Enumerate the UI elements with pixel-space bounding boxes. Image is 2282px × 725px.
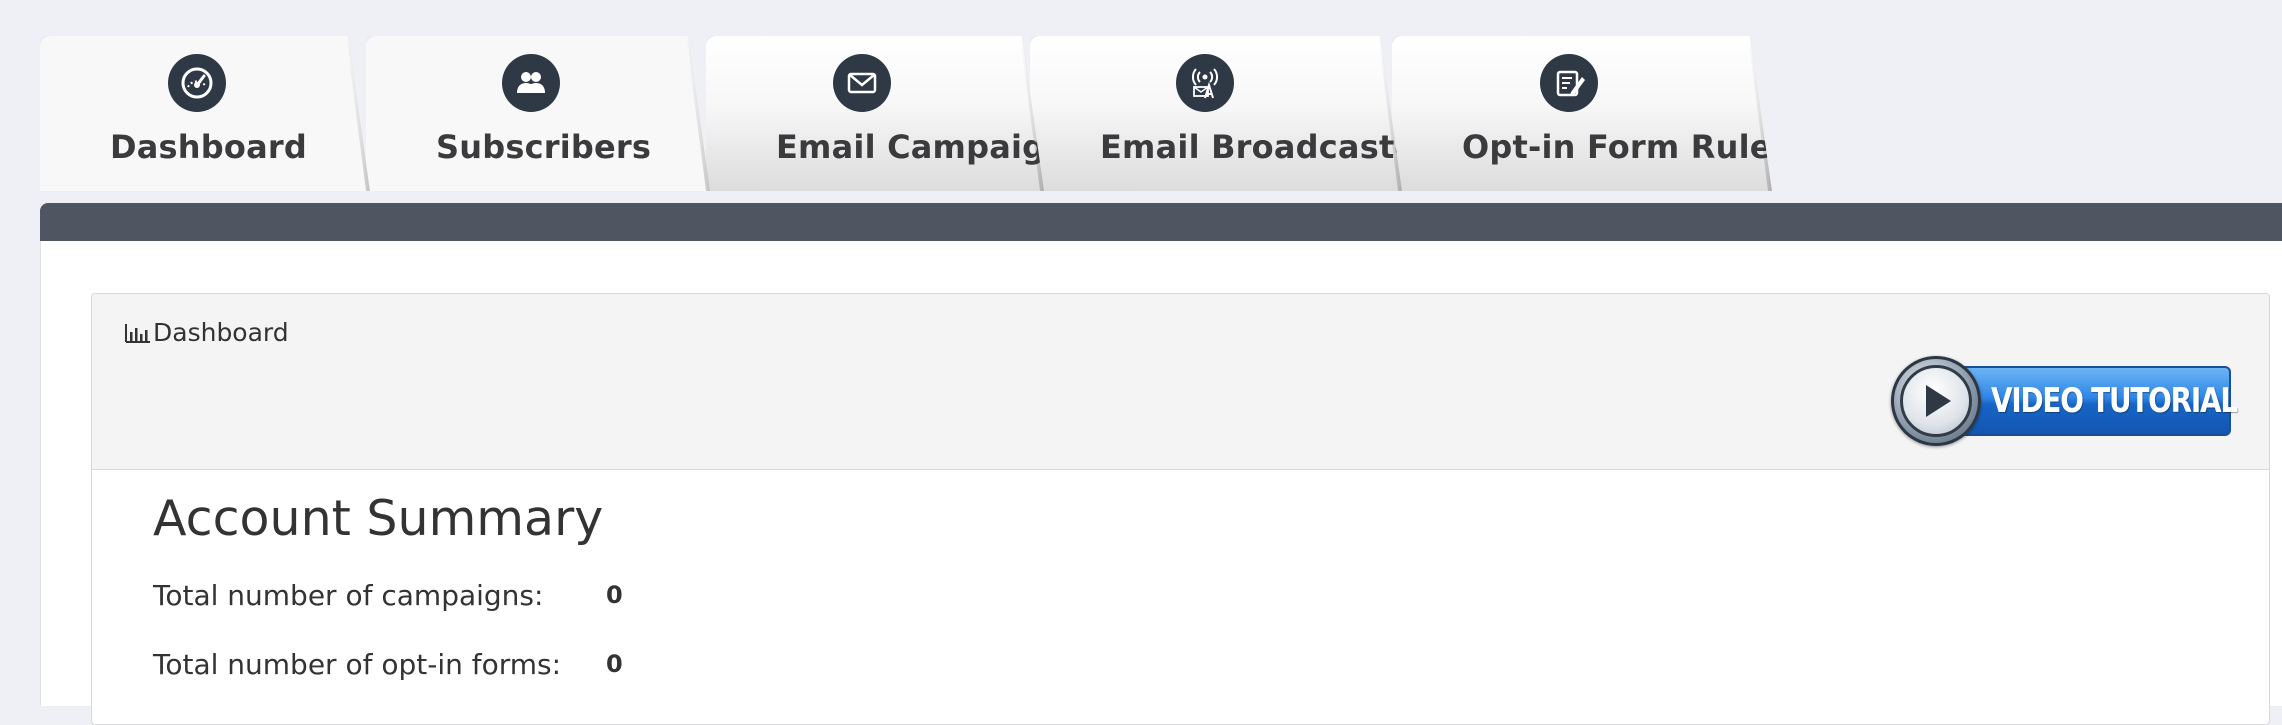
video-tutorial-button[interactable]: VIDEO TUTORIAL: [1891, 356, 2238, 446]
summary-row-value: 0: [606, 650, 623, 678]
tab-subscribers[interactable]: Subscribers: [366, 36, 710, 191]
summary-row-optin-forms: Total number of opt-in forms: 0: [153, 648, 623, 681]
play-icon: [1891, 356, 1981, 446]
content-area: Dashboard VIDEO TUTORIAL Account Summary…: [40, 241, 2282, 725]
tab-dashboard[interactable]: Dashboard: [40, 36, 370, 191]
tab-label: Opt-in Form Rules: [1462, 128, 1791, 166]
tab-label: Subscribers: [436, 128, 652, 166]
video-tutorial-label: VIDEO TUTORIAL: [1991, 381, 2238, 421]
main-tab-bar: Dashboard Subscribers Email Campaign Ema…: [40, 36, 2282, 191]
form-edit-icon: [1540, 54, 1598, 112]
summary-row-label: Total number of campaigns:: [153, 579, 544, 612]
tab-label: Email Broadcaster: [1100, 128, 1433, 166]
tab-email-campaign[interactable]: Email Campaign: [706, 36, 1044, 191]
summary-row-campaigns: Total number of campaigns: 0: [153, 579, 623, 612]
broadcast-icon: [1176, 54, 1234, 112]
summary-row-label: Total number of opt-in forms:: [153, 648, 562, 681]
summary-row-value: 0: [606, 581, 623, 609]
tab-label: Email Campaign: [776, 128, 1069, 166]
panel-header: Dashboard VIDEO TUTORIAL: [92, 294, 2269, 470]
panel-title: Dashboard: [124, 318, 289, 347]
account-summary: Account Summary Total number of campaign…: [153, 490, 623, 681]
tab-label: Dashboard: [110, 128, 307, 166]
account-summary-heading: Account Summary: [153, 490, 604, 547]
bar-chart-icon: [125, 323, 150, 343]
tab-email-broadcaster[interactable]: Email Broadcaster: [1030, 36, 1402, 191]
users-icon: [502, 54, 560, 112]
gauge-icon: [168, 54, 226, 112]
tab-opt-in-form-rules[interactable]: Opt-in Form Rules: [1392, 36, 1772, 191]
dashboard-panel: Dashboard VIDEO TUTORIAL Account Summary…: [91, 293, 2270, 725]
panel-title-text: Dashboard: [153, 318, 289, 347]
sub-nav-bar: [40, 203, 2282, 241]
envelope-icon: [833, 54, 891, 112]
